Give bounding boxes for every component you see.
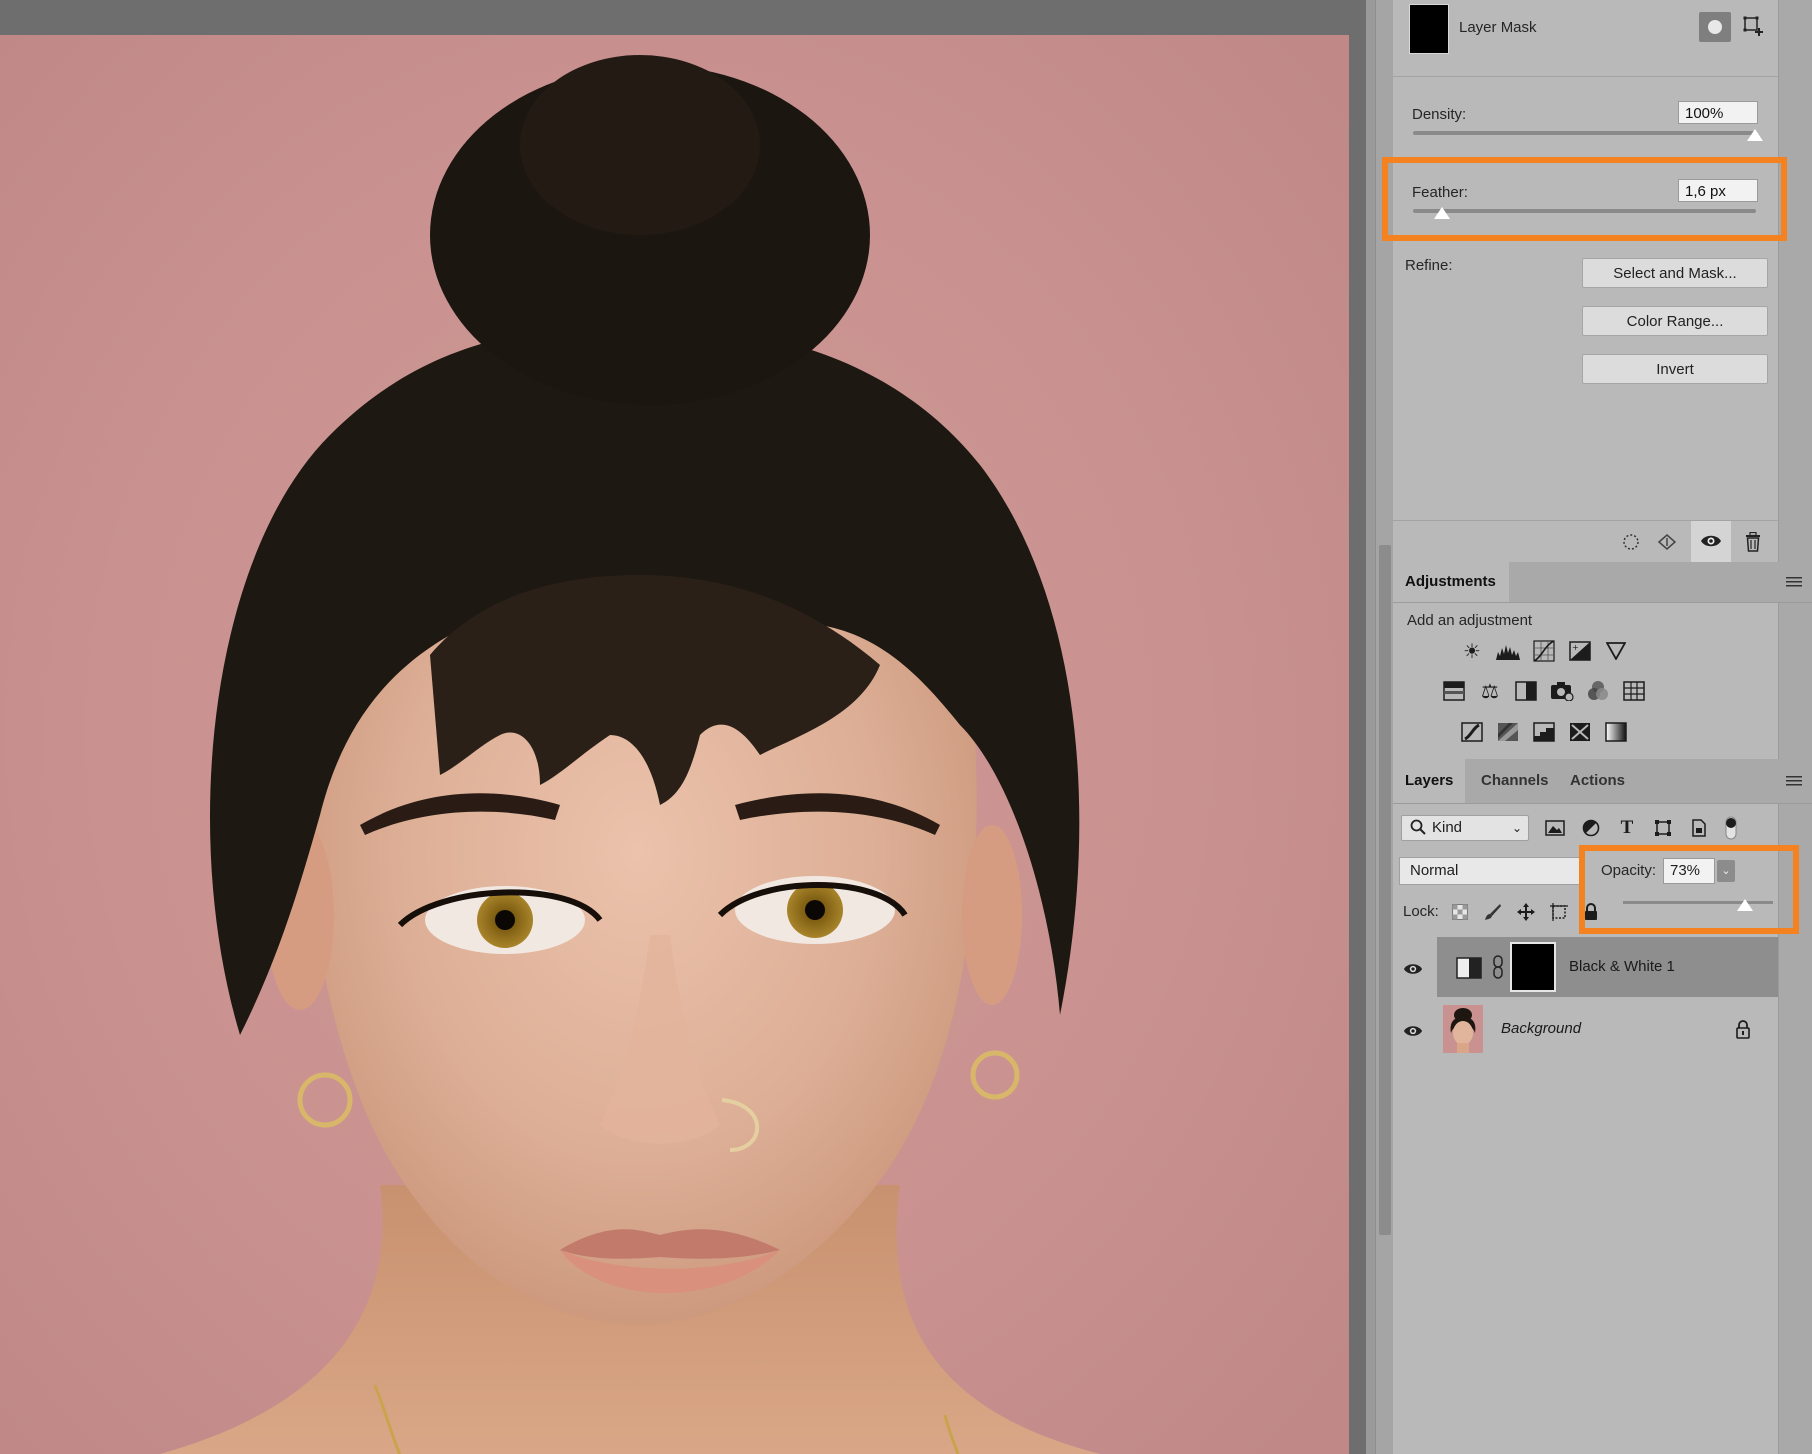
exposure-icon[interactable]: + — [1568, 639, 1592, 663]
blend-mode-value: Normal — [1410, 862, 1459, 879]
lock-all-icon[interactable] — [1579, 900, 1603, 924]
layer-visibility-eye-icon[interactable] — [1403, 959, 1423, 979]
lock-label: Lock: — [1403, 903, 1439, 920]
layer-visibility-eye-icon[interactable] — [1403, 1021, 1423, 1041]
svg-text:+: + — [1572, 643, 1579, 652]
filter-pixel-icon[interactable] — [1543, 816, 1567, 840]
gradient-map-icon[interactable] — [1604, 720, 1628, 744]
tab-adjustments[interactable]: Adjustments — [1393, 562, 1509, 602]
lock-artboard-icon[interactable] — [1547, 900, 1571, 924]
panel-menu-icon[interactable] — [1786, 576, 1802, 588]
chevron-down-icon: ⌄ — [1511, 821, 1522, 835]
add-adjustment-label: Add an adjustment — [1407, 612, 1533, 629]
document-canvas[interactable] — [0, 35, 1349, 1454]
load-selection-icon[interactable] — [1619, 530, 1643, 554]
feather-slider-thumb[interactable] — [1434, 207, 1450, 219]
feather-field[interactable]: 1,6 px — [1678, 179, 1758, 202]
opacity-dropdown-button[interactable]: ⌄ — [1717, 860, 1735, 882]
portrait-photo — [160, 55, 1100, 1454]
density-slider[interactable] — [1413, 131, 1756, 135]
blend-mode-dropdown[interactable]: Normal — [1399, 857, 1585, 885]
layer-name[interactable]: Black & White 1 — [1569, 958, 1675, 975]
vertical-scrollbar-thumb[interactable] — [1379, 545, 1391, 1235]
tab-actions[interactable]: Actions — [1558, 759, 1638, 803]
layers-panel-menu-icon[interactable] — [1786, 775, 1802, 787]
layer-row-black-white[interactable]: Black & White 1 — [1393, 937, 1778, 997]
curves-icon[interactable] — [1532, 639, 1556, 663]
color-lookup-icon[interactable] — [1622, 679, 1646, 703]
mask-visibility-toggle[interactable] — [1691, 521, 1731, 563]
black-white-icon[interactable] — [1514, 679, 1538, 703]
kind-filter-label: Kind — [1432, 819, 1463, 836]
color-range-button[interactable]: Color Range... — [1582, 306, 1768, 336]
refine-label: Refine: — [1405, 257, 1453, 274]
channel-mixer-icon[interactable] — [1586, 679, 1610, 703]
density-slider-thumb[interactable] — [1747, 129, 1763, 141]
mask-thumbnail — [1409, 4, 1449, 54]
tab-channels[interactable]: Channels — [1469, 759, 1557, 803]
layer-mask-thumbnail[interactable] — [1510, 942, 1556, 992]
threshold-icon[interactable] — [1532, 720, 1556, 744]
filter-adjustment-icon[interactable] — [1579, 816, 1603, 840]
add-vector-mask-icon[interactable] — [1743, 16, 1763, 36]
photoshop-window: Layer Mask Density: 100% Feather: 1,6 px… — [0, 0, 1812, 1454]
levels-icon[interactable] — [1496, 639, 1520, 663]
feather-slider[interactable] — [1413, 209, 1756, 213]
filter-type-icon[interactable]: T — [1615, 816, 1639, 840]
properties-footer — [1393, 520, 1778, 564]
photo-filter-icon[interactable] — [1550, 679, 1574, 703]
tab-layers[interactable]: Layers — [1393, 759, 1465, 803]
brightness-contrast-icon[interactable]: ☀ — [1460, 639, 1484, 663]
opacity-field[interactable]: 73% — [1663, 858, 1715, 884]
apply-mask-icon[interactable] — [1655, 530, 1679, 554]
selective-color-icon[interactable] — [1568, 720, 1592, 744]
layers-tab-row: Layers Channels Actions — [1393, 759, 1812, 804]
adjustments-tab-row: Adjustments — [1393, 562, 1812, 603]
link-chain-icon[interactable] — [1492, 955, 1504, 979]
filter-shape-icon[interactable] — [1651, 816, 1675, 840]
properties-title: Layer Mask — [1459, 19, 1537, 36]
eye-icon[interactable] — [1700, 533, 1722, 549]
invert-icon[interactable] — [1460, 720, 1484, 744]
search-icon — [1410, 819, 1426, 835]
density-field[interactable]: 100% — [1678, 101, 1758, 124]
adjustment-layer-icon — [1456, 957, 1482, 979]
posterize-icon[interactable] — [1496, 720, 1520, 744]
filter-smart-object-icon[interactable] — [1687, 816, 1711, 840]
feather-label: Feather: — [1412, 184, 1468, 201]
canvas-area[interactable] — [0, 0, 1375, 1454]
layer-name[interactable]: Background — [1501, 1020, 1581, 1037]
density-label: Density: — [1412, 106, 1467, 123]
invert-button[interactable]: Invert — [1582, 354, 1768, 384]
delete-mask-icon[interactable] — [1741, 530, 1765, 554]
properties-header: Layer Mask — [1393, 0, 1778, 77]
right-panel: Layer Mask Density: 100% Feather: 1,6 px… — [1382, 0, 1812, 1454]
hue-saturation-icon[interactable] — [1442, 679, 1466, 703]
vibrance-icon[interactable] — [1604, 639, 1628, 663]
lock-transparent-pixels-icon[interactable] — [1448, 900, 1472, 924]
layer-lock-icon[interactable] — [1735, 1019, 1751, 1039]
select-and-mask-button[interactable]: Select and Mask... — [1582, 258, 1768, 288]
opacity-label: Opacity: — [1601, 862, 1657, 879]
layer-row-background[interactable]: Background — [1393, 999, 1778, 1059]
pixel-mask-button[interactable] — [1699, 12, 1731, 42]
color-balance-icon[interactable]: ⚖ — [1478, 679, 1502, 703]
opacity-slider-thumb[interactable] — [1737, 899, 1753, 911]
filter-toggle-icon[interactable] — [1719, 816, 1743, 840]
lock-image-pixels-icon[interactable] — [1481, 900, 1505, 924]
background-layer-thumbnail — [1443, 1005, 1483, 1053]
layer-kind-filter[interactable]: Kind ⌄ — [1401, 815, 1529, 841]
lock-position-icon[interactable] — [1514, 900, 1538, 924]
canvas-scrollbar-track[interactable] — [1366, 0, 1375, 1454]
